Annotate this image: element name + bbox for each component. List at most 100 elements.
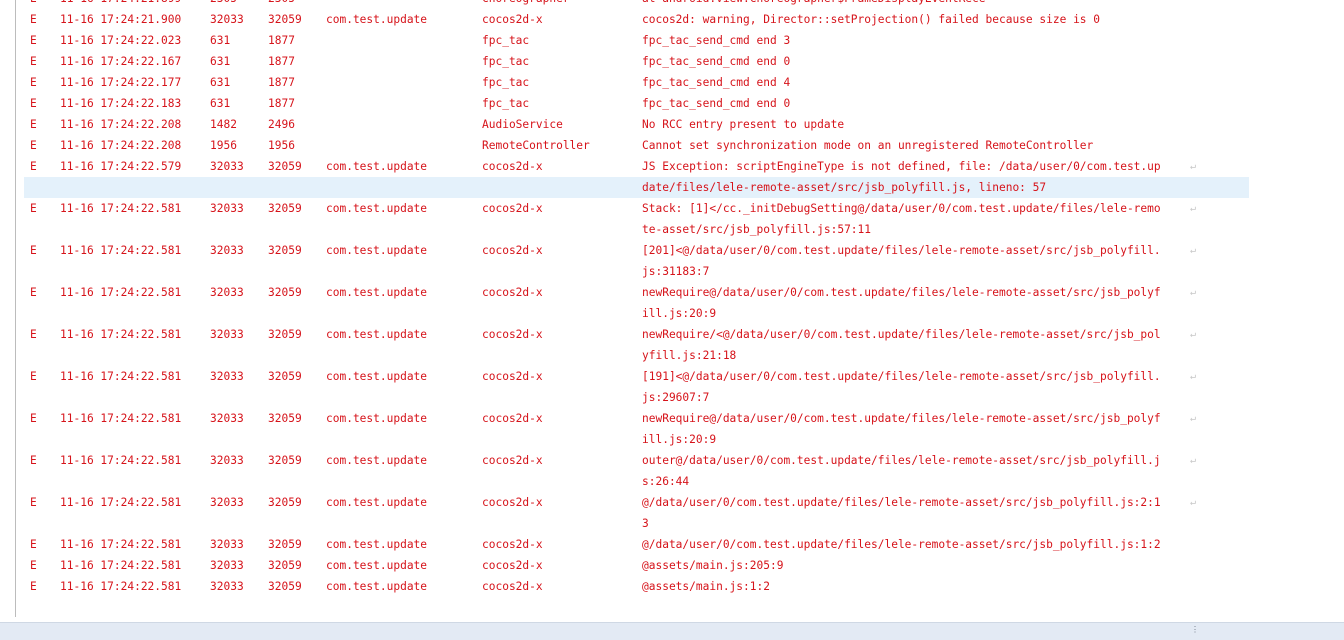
log-row[interactable]: E 11-16 17:24:22.581 32033 32059 com.test.up…	[24, 366, 1249, 387]
log-row[interactable]: E 11-16 17:24:22.581 32033 32059 com.test.up…	[24, 282, 1249, 303]
log-application: com.test.update	[326, 412, 428, 425]
log-pid	[210, 177, 262, 198]
log-tid: 2305	[268, 0, 320, 9]
log-application	[326, 30, 476, 51]
log-tag: AudioService	[482, 118, 563, 131]
wrap-arrow-icon: ↵	[1189, 161, 1197, 172]
log-row[interactable]: E 11-16 17:24:22.581 32033 32059 com.test.up…	[24, 555, 1249, 576]
log-level: E	[30, 13, 37, 26]
log-application: com.test.update	[326, 13, 428, 26]
log-row[interactable]: E 11-16 17:24:22.183 631 1877 fpc_tac fpc_tac…	[24, 93, 1249, 114]
log-level: E	[30, 244, 37, 257]
log-row[interactable]: E 11-16 17:24:22.581 32033 32059 com.test.up…	[24, 534, 1249, 555]
log-row[interactable]: s:26:44	[24, 471, 1249, 492]
log-time: 11-16 17:24:22.581	[60, 538, 182, 551]
log-tag: cocos2d-x	[482, 13, 543, 26]
log-row[interactable]: js:29607:7	[24, 387, 1249, 408]
log-application	[326, 261, 476, 282]
log-row[interactable]: js:31183:7	[24, 261, 1249, 282]
log-tag: cocos2d-x	[482, 328, 543, 341]
log-tag: cocos2d-x	[482, 454, 543, 467]
logcat-rows: E 11-16 17:24:21.899 2305 2305 Choreographer…	[24, 0, 1249, 597]
log-pid: 32033	[210, 244, 244, 257]
log-time	[60, 471, 200, 492]
log-row[interactable]: yfill.js:21:18	[24, 345, 1249, 366]
log-row[interactable]: E 11-16 17:24:21.900 32033 32059 com.test.up…	[24, 9, 1249, 30]
log-row[interactable]: 3	[24, 513, 1249, 534]
log-tag	[482, 345, 637, 366]
log-text: [201]<@/data/user/0/com.test.update/file…	[642, 244, 1161, 257]
log-row-selected[interactable]: date/files/lele-remote-asset/src/jsb_pol…	[24, 177, 1249, 198]
log-tag: fpc_tac	[482, 34, 530, 47]
log-pid: 32033	[210, 454, 244, 467]
log-text: Cannot set synchronization mode on an un…	[642, 139, 1094, 152]
log-row[interactable]: E 11-16 17:24:22.581 32033 32059 com.test.up…	[24, 240, 1249, 261]
log-text: @/data/user/0/com.test.update/files/lele…	[642, 496, 1161, 509]
wrap-arrow-icon: ↵	[1189, 413, 1197, 424]
log-application: com.test.update	[326, 538, 428, 551]
log-tag: fpc_tac	[482, 55, 530, 68]
log-application: com.test.update	[326, 496, 428, 509]
log-row[interactable]: E 11-16 17:24:22.581 32033 32059 com.test.up…	[24, 576, 1249, 597]
log-tag: cocos2d-x	[482, 202, 543, 215]
log-text: outer@/data/user/0/com.test.update/files…	[642, 454, 1161, 467]
log-time: 11-16 17:24:21.900	[60, 13, 182, 26]
log-tag	[482, 177, 637, 198]
log-time: 11-16 17:24:22.581	[60, 244, 182, 257]
log-row[interactable]: E 11-16 17:24:22.579 32033 32059 com.test.up…	[24, 156, 1249, 177]
log-pid	[210, 513, 262, 534]
logcat-panel: E 11-16 17:24:21.899 2305 2305 Choreographer…	[0, 0, 1344, 622]
log-tag	[482, 303, 637, 324]
log-time: 11-16 17:24:22.579	[60, 160, 182, 173]
log-text: fpc_tac_send_cmd end 0	[642, 55, 791, 68]
log-tid	[268, 429, 320, 450]
log-pid	[210, 387, 262, 408]
log-row[interactable]: ill.js:20:9	[24, 303, 1249, 324]
log-tag	[482, 429, 637, 450]
log-row[interactable]: E 11-16 17:24:22.581 32033 32059 com.test.up…	[24, 198, 1249, 219]
log-tid: 2496	[268, 118, 295, 131]
log-tag: cocos2d-x	[482, 412, 543, 425]
log-row[interactable]: E 11-16 17:24:21.899 2305 2305 Choreographer…	[24, 0, 1249, 9]
log-row[interactable]: E 11-16 17:24:22.581 32033 32059 com.test.up…	[24, 324, 1249, 345]
log-tag	[482, 513, 637, 534]
log-tid: 32059	[268, 538, 302, 551]
log-time: 11-16 17:24:22.177	[60, 76, 182, 89]
log-row[interactable]: E 11-16 17:24:22.208 1482 2496 AudioService N…	[24, 114, 1249, 135]
log-tid: 32059	[268, 412, 302, 425]
log-application	[326, 0, 476, 9]
log-text: 3	[642, 517, 649, 530]
log-row[interactable]: E 11-16 17:24:22.177 631 1877 fpc_tac fpc_tac…	[24, 72, 1249, 93]
log-pid: 32033	[210, 286, 244, 299]
log-row[interactable]: E 11-16 17:24:22.581 32033 32059 com.test.up…	[24, 492, 1249, 513]
log-text: te-asset/src/jsb_polyfill.js:57:11	[642, 223, 872, 236]
log-pid	[210, 219, 262, 240]
log-tag: cocos2d-x	[482, 538, 543, 551]
log-pid: 32033	[210, 496, 244, 509]
log-text: @/data/user/0/com.test.update/files/lele…	[642, 538, 1161, 551]
log-text: ill.js:20:9	[642, 307, 717, 320]
log-pid	[210, 471, 262, 492]
log-pid: 32033	[210, 13, 244, 26]
log-row[interactable]: E 11-16 17:24:22.581 32033 32059 com.test.up…	[24, 408, 1249, 429]
log-time	[60, 513, 200, 534]
log-level: E	[30, 34, 37, 47]
log-tid: 32059	[268, 13, 302, 26]
log-text: JS Exception: scriptEngineType is not de…	[642, 160, 1161, 173]
log-level: E	[30, 559, 37, 572]
wrap-arrow-icon: ↵	[1189, 371, 1197, 382]
log-time: 11-16 17:24:22.581	[60, 580, 182, 593]
log-application: com.test.update	[326, 454, 428, 467]
log-row[interactable]: E 11-16 17:24:22.581 32033 32059 com.test.up…	[24, 450, 1249, 471]
log-row[interactable]: E 11-16 17:24:22.023 631 1877 fpc_tac fpc_tac…	[24, 30, 1249, 51]
status-grip-icon[interactable]: ⋮	[1191, 626, 1199, 636]
log-row[interactable]: E 11-16 17:24:22.208 1956 1956 RemoteControl…	[24, 135, 1249, 156]
log-row[interactable]: ill.js:20:9	[24, 429, 1249, 450]
log-row[interactable]: te-asset/src/jsb_polyfill.js:57:11	[24, 219, 1249, 240]
log-text: date/files/lele-remote-asset/src/jsb_pol…	[642, 181, 1047, 194]
wrap-arrow-icon: ↵	[1189, 329, 1197, 340]
log-row[interactable]: E 11-16 17:24:22.167 631 1877 fpc_tac fpc_tac…	[24, 51, 1249, 72]
log-application: com.test.update	[326, 202, 428, 215]
log-level: E	[30, 496, 37, 509]
log-text: ill.js:20:9	[642, 433, 717, 446]
